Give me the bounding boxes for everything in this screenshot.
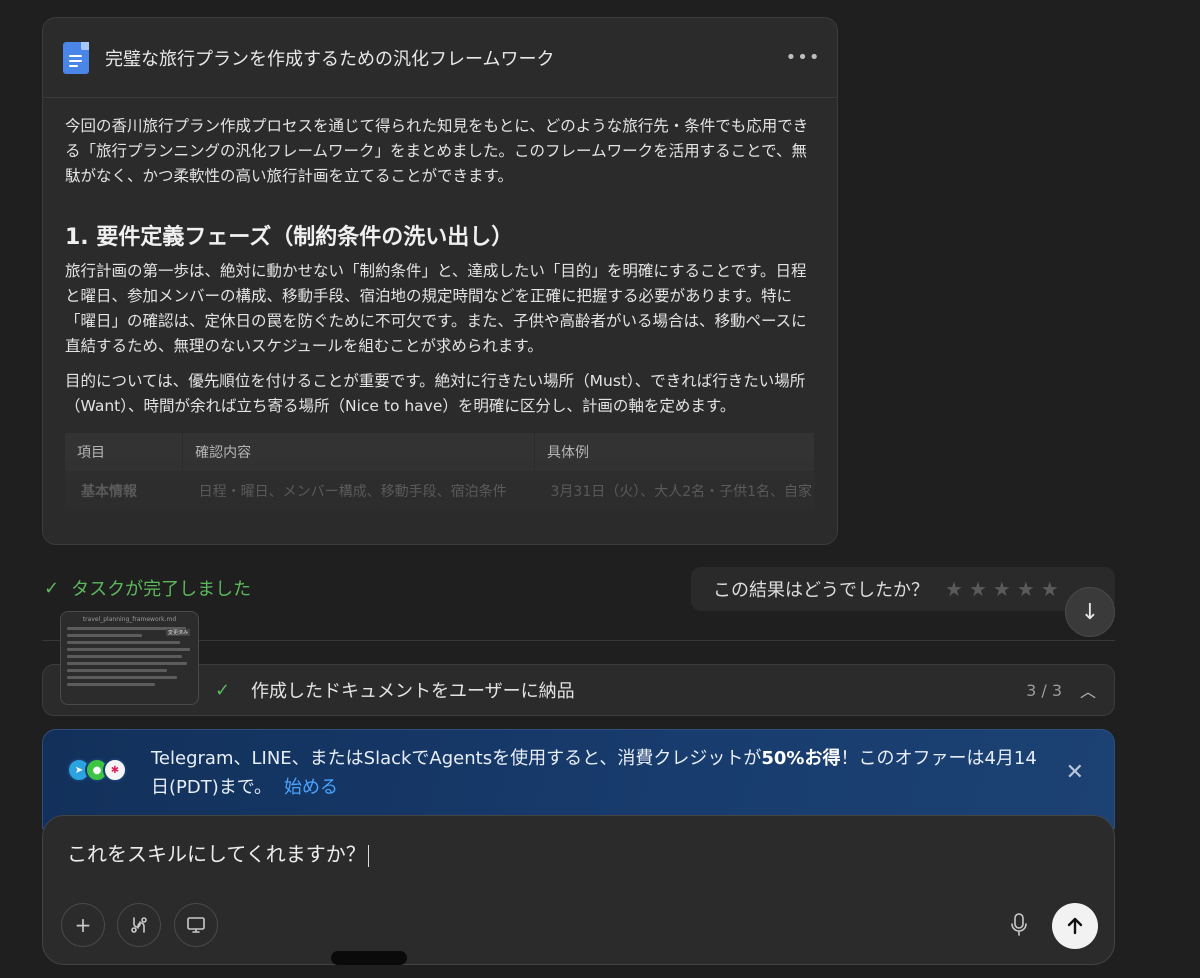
plus-icon: + [74,913,92,937]
promo-banner: ➤ ● ✱ Telegram、LINE、またはSlackでAgentsを使用する… [42,729,1115,829]
rating-prompt: この結果はどうでしたか？ ★ ★ ★ ★ ★ [691,567,1115,611]
add-button[interactable]: + [61,903,105,947]
section-paragraph-2: 目的については、優先順位を付けることが重要です。絶対に行きたい場所（Must）、… [65,372,806,415]
monitor-icon [187,917,205,933]
microphone-icon[interactable] [1009,912,1029,938]
message-input[interactable]: これをスキルにしてくれますか？ [67,838,369,867]
star-icon[interactable]: ★ [1017,577,1035,601]
table-cell: 日程・曜日、メンバー構成、移動手段、宿泊条件 [182,471,535,511]
document-card[interactable]: 完璧な旅行プランを作成するための汎化フレームワーク ••• 今回の香川旅行プラン… [42,17,838,545]
more-options-icon[interactable]: ••• [786,44,820,72]
document-header: 完璧な旅行プランを作成するための汎化フレームワーク ••• [43,18,837,98]
document-intro: 今回の香川旅行プラン作成プロセスを通じて得られた知見をもとに、どのような旅行先・… [65,117,809,185]
home-indicator [331,951,407,965]
arrow-up-icon [1067,917,1083,935]
close-icon[interactable]: ✕ [1066,760,1084,785]
get-started-link[interactable]: 始める [284,777,338,798]
promo-text: Telegram、LINE、またはSlackでAgentsを使用すると、消費クレ… [151,748,1037,798]
table-header: 確認内容 [182,433,535,471]
scroll-to-bottom-button[interactable]: ↓ [1065,587,1115,637]
connectors-button[interactable] [117,903,161,947]
computer-button[interactable] [174,903,218,947]
rating-question: この結果はどうでしたか？ [713,580,929,601]
arrow-down-icon: ↓ [1080,599,1100,625]
chevron-up-icon[interactable]: ︿ [1080,678,1096,702]
star-icon[interactable]: ★ [969,577,987,601]
thumbnail-tag: 変更済み [165,629,190,636]
check-icon: ✓ [215,679,231,701]
message-composer[interactable]: これをスキルにしてくれますか？ + [42,815,1115,965]
thumbnail-filename: travel_planning_framework.md [82,616,177,623]
task-complete-label: タスクが完了しました [71,579,252,600]
table-cell: 3月31日（火）、大人2名・子供1名、自家 [534,471,815,511]
send-button[interactable] [1052,903,1098,949]
star-icon[interactable]: ★ [993,577,1011,601]
star-icon[interactable]: ★ [945,577,963,601]
step-delivery-row[interactable]: ✓ 作成したドキュメントをユーザーに納品 3 / 3 ︿ [42,664,1115,716]
step-counter: 3 / 3 [1026,680,1062,700]
document-thumbnail[interactable]: travel_planning_framework.md 変更済み [60,611,199,705]
table-row: 基本情報 日程・曜日、メンバー構成、移動手段、宿泊条件 3月31日（火）、大人2… [65,471,815,511]
section-paragraph-1: 旅行計画の第一歩は、絶対に動かせない「制約条件」と、達成したい「目的」を明確にす… [65,262,807,355]
check-icon: ✓ [44,577,60,599]
slack-icon: ✱ [103,758,127,782]
google-doc-icon [63,41,89,74]
plug-icon [131,917,147,933]
app-icons: ➤ ● ✱ [67,758,127,782]
table-cell: 基本情報 [65,471,183,511]
star-rating: ★ ★ ★ ★ ★ [945,577,1059,601]
table-header: 項目 [65,433,184,471]
requirements-table: 項目 確認内容 具体例 基本情報 日程・曜日、メンバー構成、移動手段、宿泊条件 … [65,433,815,511]
divider [42,640,1115,641]
step-label: 作成したドキュメントをユーザーに納品 [251,681,575,702]
document-body: 今回の香川旅行プラン作成プロセスを通じて得られた知見をもとに、どのような旅行先・… [43,98,837,511]
section-heading: 1. 要件定義フェーズ（制約条件の洗い出し） [65,225,514,250]
table-header: 具体例 [534,433,815,471]
task-complete-status: ✓ タスクが完了しました [44,575,251,601]
star-icon[interactable]: ★ [1041,577,1059,601]
document-title: 完璧な旅行プランを作成するための汎化フレームワーク [105,48,555,70]
text-caret [367,844,369,867]
